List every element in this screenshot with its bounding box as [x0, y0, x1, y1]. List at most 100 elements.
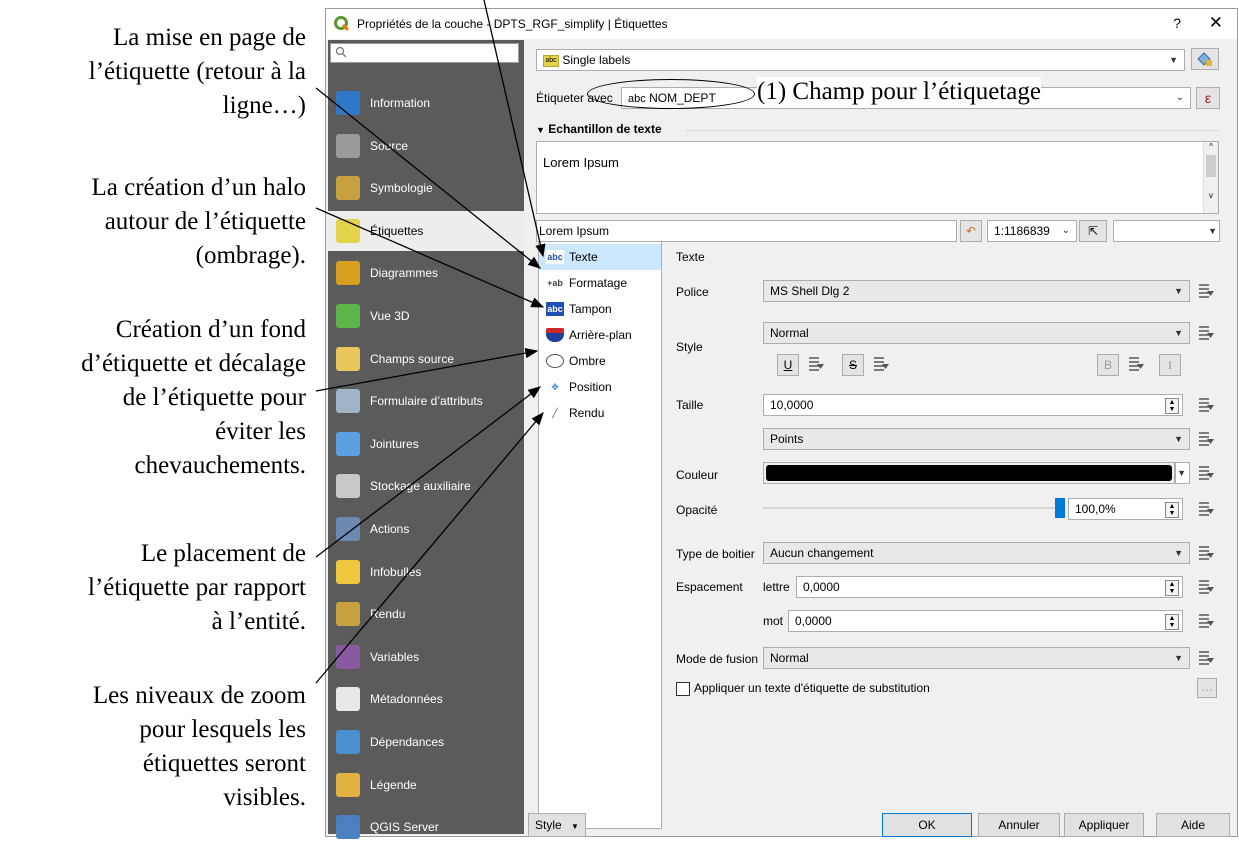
chevron-down-icon: ⌄ [1175, 92, 1184, 103]
opacity-slider[interactable] [763, 498, 1065, 518]
background-color-select[interactable]: ▼ [1113, 220, 1220, 242]
color-swatch [766, 465, 1172, 481]
sidebar-item-database[interactable]: Stockage auxiliaire [328, 466, 524, 506]
color-dropdown[interactable]: ▼ [1175, 462, 1190, 484]
substitute-checkbox[interactable] [676, 682, 690, 696]
sidebar-item-variables[interactable]: Variables [328, 637, 524, 677]
data-defined-icon [1199, 651, 1214, 665]
size-spinbox[interactable]: 10,0000 ▲ ▼ [763, 394, 1183, 416]
blend-mode-select[interactable]: Normal ▼ [763, 647, 1190, 669]
cube-icon [336, 304, 360, 328]
case-select[interactable]: Aucun changement ▼ [763, 542, 1190, 564]
data-defined-override-button[interactable] [1197, 324, 1217, 342]
reset-preview-button[interactable]: ↶ [960, 220, 982, 242]
annotation-line: à l’entité. [211, 608, 306, 635]
case-value: Aucun changement [770, 546, 874, 560]
slider-handle[interactable] [1055, 498, 1065, 518]
ok-button[interactable]: OK [882, 813, 972, 837]
data-defined-override-button[interactable] [1197, 396, 1217, 414]
data-defined-override-button[interactable] [872, 355, 892, 373]
sidebar-item-legend[interactable]: Légende [328, 765, 524, 805]
strikethrough-button[interactable]: S [842, 354, 864, 376]
sidebar-item-label: Étiquettes [370, 223, 424, 238]
close-button[interactable]: ✕ [1209, 13, 1223, 33]
scale-select[interactable]: 1:1186839 ⌄ [987, 220, 1077, 242]
search-input[interactable] [330, 43, 519, 63]
style-menu-button[interactable]: Style ▼ [528, 813, 586, 837]
sidebar-item-label: Infobulles [370, 564, 422, 579]
sidebar-item-diagram[interactable]: Diagrammes [328, 253, 524, 293]
sidebar-item-cube[interactable]: Vue 3D [328, 296, 524, 336]
subtab-abc-icon: abc [546, 250, 564, 264]
data-defined-override-button[interactable] [1197, 544, 1217, 562]
help-dialog-button[interactable]: Aide [1156, 813, 1230, 837]
subtab-texte[interactable]: abc Texte [539, 244, 661, 270]
cancel-button[interactable]: Annuler [978, 813, 1060, 837]
help-button[interactable]: ? [1173, 15, 1181, 31]
data-defined-override-button[interactable] [1197, 430, 1217, 448]
subtab-position[interactable]: ✥ Position [539, 374, 661, 400]
labeling-mode-select[interactable]: abc Single labels ▼ [536, 49, 1185, 71]
sidebar-item-render-brush[interactable]: Rendu [328, 594, 524, 634]
abc-label-icon: abc [543, 54, 559, 67]
data-defined-override-button[interactable] [1197, 612, 1217, 630]
data-defined-override-button[interactable] [1197, 464, 1217, 482]
data-defined-override-button[interactable] [1197, 282, 1217, 300]
sidebar-item-dependencies[interactable]: Dépendances [328, 722, 524, 762]
sidebar-item-brush[interactable]: Symbologie [328, 168, 524, 208]
sidebar-item-abc-label[interactable]: Étiquettes [328, 210, 524, 251]
chevron-down-icon: ▼ [1174, 328, 1183, 338]
sidebar-item-metadata[interactable]: Métadonnées [328, 679, 524, 719]
sidebar-item-join[interactable]: Jointures [328, 424, 524, 464]
sidebar-item-gear[interactable]: Actions [328, 509, 524, 549]
substitute-edit-button[interactable]: … [1197, 678, 1217, 698]
bold-button[interactable]: B [1097, 354, 1119, 376]
sidebar-item-form[interactable]: Formulaire d’attributs [328, 381, 524, 421]
subtab-label: Formatage [569, 276, 628, 290]
sample-scrollbar[interactable]: ^ v [1203, 142, 1218, 213]
sidebar-item-server[interactable]: QGIS Server [328, 807, 524, 847]
sample-text-area[interactable]: Lorem Ipsum ^ v [536, 141, 1219, 214]
scale-value: 1:1186839 [994, 224, 1050, 238]
expression-button[interactable]: ε [1196, 87, 1220, 109]
apply-button[interactable]: Appliquer [1064, 813, 1144, 837]
color-button[interactable] [763, 462, 1175, 484]
data-defined-override-button[interactable] [1197, 649, 1217, 667]
italic-button[interactable]: I [1159, 354, 1181, 376]
sidebar-item-wrench[interactable]: Source [328, 126, 524, 166]
spin-arrows-icon[interactable]: ▲ ▼ [1165, 398, 1179, 414]
opacity-spinbox[interactable]: 100,0% ▲ ▼ [1068, 498, 1183, 520]
style-select[interactable]: Normal ▼ [763, 322, 1190, 344]
gear-icon [336, 517, 360, 541]
data-defined-override-button[interactable] [807, 355, 827, 373]
subtab-rendu[interactable]: ╱ Rendu [539, 400, 661, 426]
preview-text-input[interactable]: Lorem Ipsum [536, 220, 957, 242]
chevron-down-icon: ▼ [1174, 653, 1183, 663]
size-unit-select[interactable]: Points ▼ [763, 428, 1190, 450]
font-select[interactable]: MS Shell Dlg 2 ▼ [763, 280, 1190, 302]
annotation-line: éviter les [215, 418, 306, 445]
sidebar-item-fields[interactable]: Champs source [328, 339, 524, 379]
data-defined-override-button[interactable] [1127, 355, 1147, 373]
data-defined-icon [1199, 432, 1214, 446]
subtab-tampon[interactable]: abc Tampon [539, 296, 661, 322]
spacing-label: Espacement [676, 580, 743, 594]
underline-button[interactable]: U [777, 354, 799, 376]
map-scale-button[interactable]: ⇱ [1079, 220, 1107, 242]
subtab-arri-re-plan[interactable]: Arrière-plan [539, 322, 661, 348]
spin-arrows-icon[interactable]: ▲ ▼ [1165, 502, 1179, 518]
preview-text-value: Lorem Ipsum [539, 224, 610, 238]
subtab-ombre[interactable]: Ombre [539, 348, 661, 374]
subtab-formatage[interactable]: +ab Formatage [539, 270, 661, 296]
sidebar-item-info[interactable]: Information [328, 83, 524, 123]
letter-spacing-spinbox[interactable]: 0,0000 ▲ ▼ [796, 576, 1183, 598]
spin-arrows-icon[interactable]: ▲ ▼ [1165, 580, 1179, 596]
style-manager-button[interactable] [1191, 48, 1219, 70]
sidebar-item-tooltip[interactable]: Infobulles [328, 552, 524, 592]
word-spacing-spinbox[interactable]: 0,0000 ▲ ▼ [788, 610, 1183, 632]
spin-arrows-icon[interactable]: ▲ ▼ [1165, 614, 1179, 630]
data-defined-override-button[interactable] [1197, 578, 1217, 596]
font-value: MS Shell Dlg 2 [770, 284, 850, 298]
data-defined-override-button[interactable] [1197, 500, 1217, 518]
word-spacing-value: 0,0000 [795, 614, 832, 628]
